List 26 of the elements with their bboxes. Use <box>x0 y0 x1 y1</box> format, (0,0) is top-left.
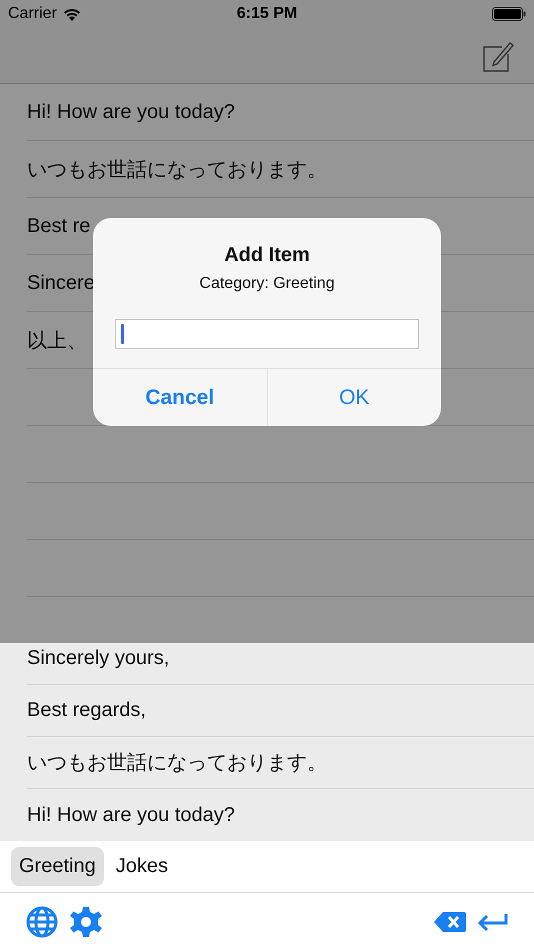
ok-button[interactable]: OK <box>266 369 441 426</box>
wifi-icon <box>62 8 81 20</box>
list-item-text: Best re <box>27 214 90 238</box>
list-item-text: 以上、 <box>27 328 87 354</box>
globe-icon[interactable] <box>26 906 58 938</box>
dialog-title: Add Item <box>224 244 310 267</box>
status-time: 6:15 PM <box>236 5 298 23</box>
settings-icon[interactable] <box>70 906 102 938</box>
category-tab[interactable]: Greeting <box>11 847 104 886</box>
return-icon[interactable] <box>478 912 508 932</box>
compose-button[interactable] <box>482 40 514 72</box>
cancel-button[interactable]: Cancel <box>93 369 266 426</box>
battery-icon <box>492 7 526 21</box>
list-item-text: Sincere <box>27 272 95 294</box>
phrase-item[interactable]: Sincerely yours, <box>27 643 534 685</box>
phrase-item[interactable]: いつもお世話になっております。 <box>27 737 534 789</box>
category-tab[interactable]: Jokes <box>108 847 176 886</box>
backspace-icon[interactable] <box>434 912 466 932</box>
list-item-text: いつもお世話になっております。 <box>27 158 327 182</box>
carrier-label: Carrier <box>8 5 57 23</box>
list-item-text: Hi! How are you today? <box>27 100 235 124</box>
phrase-item[interactable]: Best regards, <box>27 685 534 737</box>
compose-icon <box>482 40 514 72</box>
dialog-message: Category: Greeting <box>199 275 335 293</box>
input-field[interactable] <box>115 319 419 349</box>
phrase-item[interactable]: Hi! How are you today? <box>27 789 534 841</box>
